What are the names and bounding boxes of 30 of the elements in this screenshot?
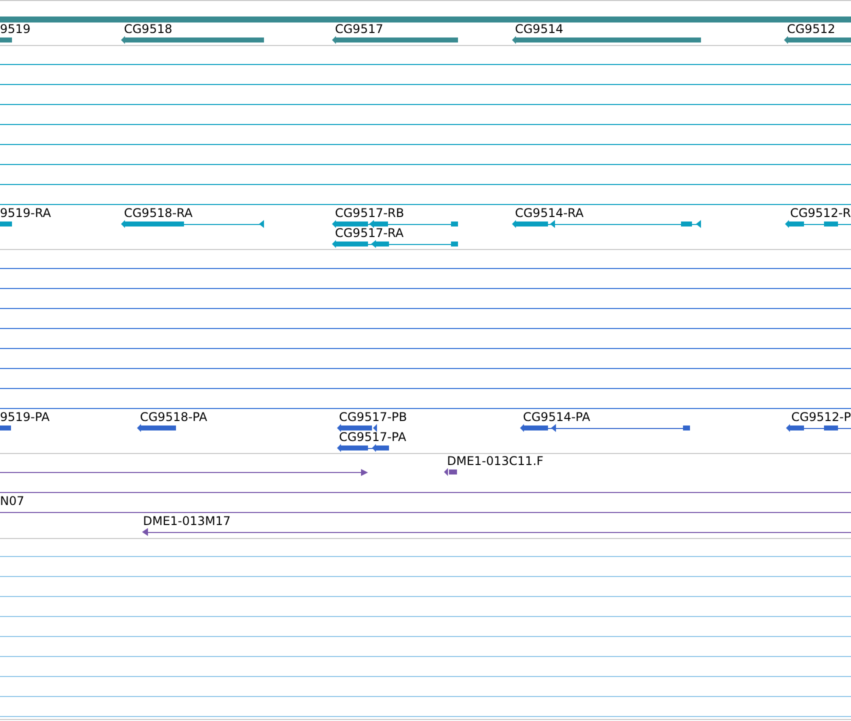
- feature-label: CG9514: [515, 22, 564, 36]
- feature-label: N07: [0, 494, 24, 508]
- feature-label: DME1-013C11.F: [447, 454, 544, 468]
- feature-label: CG9512-R: [790, 206, 851, 220]
- feature-label: DME1-013M17: [143, 514, 231, 528]
- protein-feature: [786, 424, 851, 432]
- feature-label: 9519-PA: [0, 410, 50, 424]
- feature-label: CG9517-RA: [335, 226, 404, 240]
- protein-feature: [0, 426, 11, 430]
- feature-label: CG9517-PA: [339, 430, 406, 444]
- feature-label: CG9512-P: [791, 410, 851, 424]
- feature-label: CG9517-RB: [335, 206, 404, 220]
- feature-label: CG9517-PB: [339, 410, 408, 424]
- feature-label: CG9512: [787, 22, 836, 36]
- protein-feature: [337, 444, 390, 452]
- feature-label: 9519-RA: [0, 206, 51, 220]
- clone-feature: [444, 468, 457, 476]
- feature-label: CG9517: [335, 22, 384, 36]
- feature-label: CG9518: [124, 22, 172, 36]
- protein-feature: [137, 424, 176, 432]
- protein-feature: [337, 424, 377, 432]
- gene-feature: [0, 38, 12, 42]
- feature-label: 9519: [0, 22, 31, 36]
- feature-label: CG9514-PA: [523, 410, 590, 424]
- feature-label: CG9514-RA: [515, 206, 584, 220]
- feature-label: CG9518-RA: [124, 206, 193, 220]
- feature-label: CG9518-PA: [140, 410, 208, 424]
- transcript-feature: [785, 220, 851, 228]
- transcript-feature: [0, 222, 12, 226]
- gene-feature: [784, 36, 851, 44]
